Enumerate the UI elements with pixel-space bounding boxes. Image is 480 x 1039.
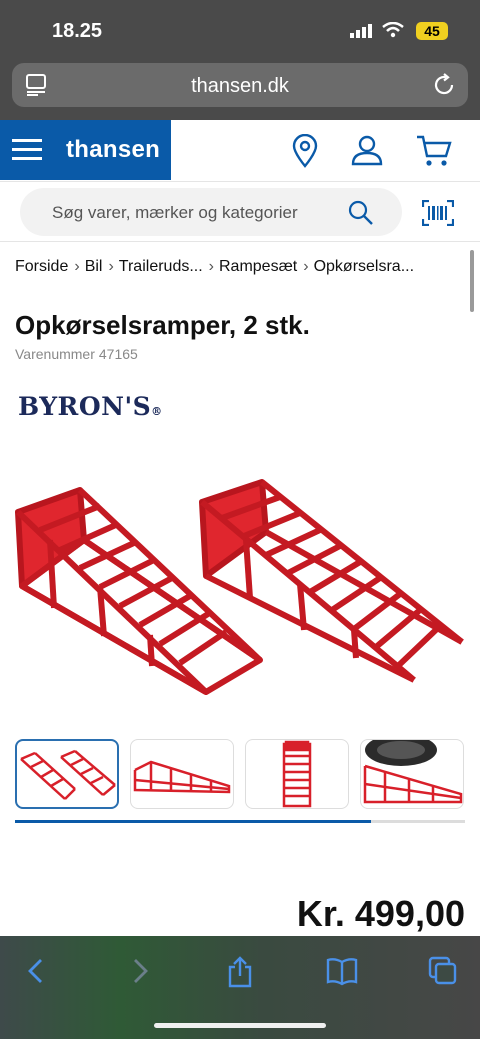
wifi-icon [382, 22, 404, 38]
url-text[interactable]: thansen.dk [12, 75, 468, 98]
sku-label: Varenummer [15, 346, 95, 362]
tabs-icon[interactable] [428, 956, 458, 986]
logo-block[interactable]: thansen [0, 120, 171, 180]
search-input[interactable]: Søg varer, mærker og kategorier [20, 188, 402, 236]
product-main-image[interactable] [10, 470, 470, 700]
cart-icon[interactable] [416, 134, 452, 168]
search-icon[interactable] [348, 200, 374, 226]
thumbnail-image [133, 760, 231, 794]
thumbnail-item[interactable] [130, 739, 234, 809]
scrollbar[interactable] [470, 250, 474, 312]
product-price: Kr. 499,00 [296, 893, 465, 934]
status-bar: 18.25 45 [0, 0, 480, 56]
menu-icon[interactable] [12, 138, 42, 162]
product-title: Opkørselsramper, 2 stk. [15, 310, 310, 340]
thumbnail-item[interactable] [360, 739, 464, 809]
thumbnail-strip [15, 739, 465, 811]
search-placeholder[interactable]: Søg varer, mærker og kategorier [52, 203, 328, 223]
back-icon[interactable] [24, 956, 48, 986]
store-locator-icon[interactable] [292, 134, 318, 168]
browser-chrome: thansen.dk [0, 56, 480, 120]
share-icon[interactable] [226, 956, 254, 988]
site-header: thansen [0, 120, 480, 182]
chevron-right-icon: › [74, 258, 80, 275]
chevron-right-icon: › [303, 258, 309, 275]
brand-logo-byrons[interactable]: BYRON'S® [18, 392, 163, 421]
sku-number: 47165 [98, 346, 138, 362]
thumbnail-image [20, 749, 116, 800]
gallery-progress-bar [15, 820, 465, 823]
breadcrumb-current[interactable]: Opkørselsra... [314, 258, 414, 275]
product-sku: Varenummer 47165 [15, 346, 142, 362]
forward-icon[interactable] [128, 956, 152, 986]
chevron-right-icon: › [108, 258, 114, 275]
breadcrumb-link[interactable]: Traileruds... [119, 258, 203, 275]
thumbnail-item[interactable] [245, 739, 349, 809]
breadcrumb-link[interactable]: Rampesæt [219, 258, 297, 275]
thumbnail-image [363, 740, 463, 804]
chevron-right-icon: › [208, 258, 214, 275]
breadcrumb-link[interactable]: Bil [85, 258, 103, 275]
address-bar[interactable]: thansen.dk [12, 63, 468, 107]
reload-icon[interactable] [434, 73, 456, 97]
home-indicator[interactable] [154, 1023, 326, 1028]
thumbnail-image [282, 740, 312, 808]
search-row: Søg varer, mærker og kategorier [0, 182, 480, 242]
brand-logo[interactable]: thansen [66, 136, 160, 164]
cellular-signal-icon [350, 24, 372, 38]
bookmarks-icon[interactable] [326, 956, 358, 986]
thumbnail-item[interactable] [15, 739, 119, 809]
brand-name[interactable]: BYRON'S [18, 392, 151, 421]
gallery-progress-fill [15, 820, 371, 823]
breadcrumb-link[interactable]: Forside [15, 258, 68, 275]
battery-indicator: 45 [416, 22, 448, 40]
breadcrumb: Forside › Bil › Traileruds... › Rampesæt › Opkør… [15, 258, 475, 276]
account-icon[interactable] [351, 134, 383, 166]
status-time: 18.25 [52, 20, 103, 42]
barcode-scanner-icon[interactable] [422, 200, 454, 226]
